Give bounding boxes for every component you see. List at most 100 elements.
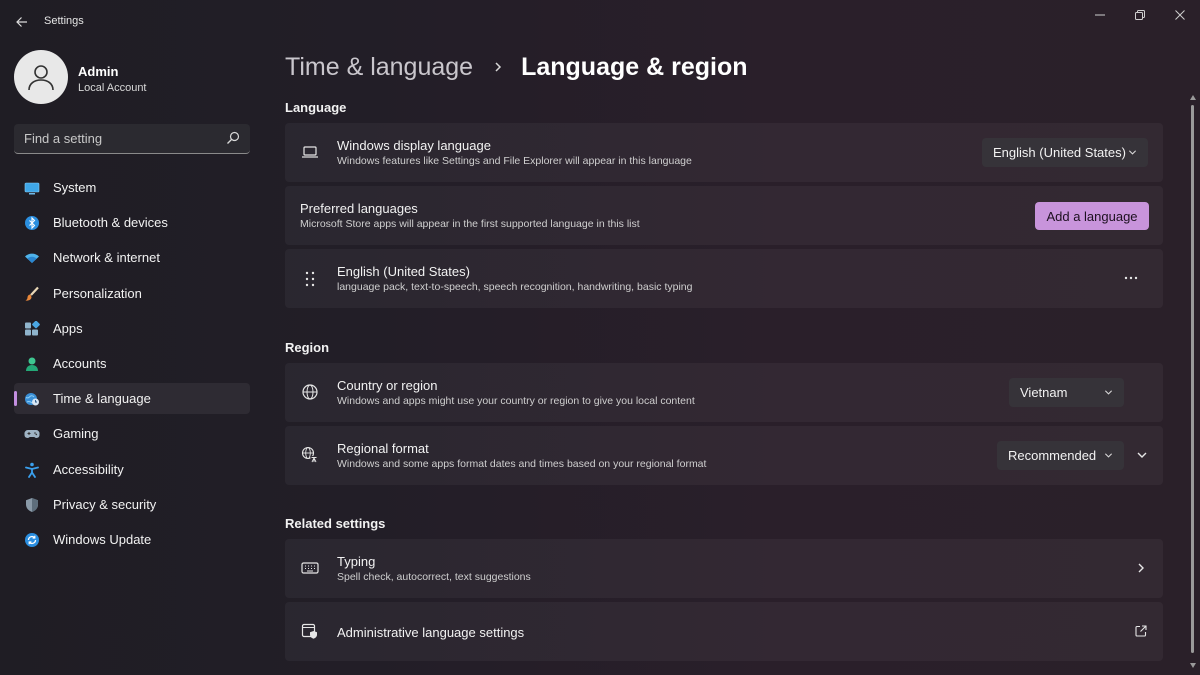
country-dropdown[interactable]: Vietnam [1009, 378, 1124, 407]
admin-language-settings-title: Administrative language settings [337, 625, 525, 640]
add-language-button[interactable]: Add a language [1035, 202, 1149, 230]
user-icon [28, 65, 54, 91]
profile-name: Admin [78, 64, 119, 79]
more-options-button[interactable] [1119, 271, 1143, 285]
close-button[interactable] [1160, 4, 1200, 26]
sidebar-item-label: Bluetooth & devices [53, 215, 168, 231]
sidebar-item-bluetooth[interactable]: Bluetooth & devices [14, 207, 250, 238]
title-bar: Settings [0, 0, 1200, 44]
globe-clock-icon [25, 393, 39, 406]
chevron-down-icon [1104, 390, 1113, 395]
chevron-down-icon [1104, 453, 1113, 458]
sidebar-item-apps[interactable]: Apps [14, 313, 250, 344]
app-title: Settings [44, 15, 84, 27]
search-icon [227, 131, 240, 144]
display-language-title: Windows display language [337, 138, 491, 153]
sidebar-item-label: Privacy & security [53, 496, 157, 512]
language-list-item[interactable]: English (United States) language pack, t… [285, 249, 1163, 308]
system-icon [24, 182, 40, 195]
sidebar-item-personalization[interactable]: Personalization [14, 278, 250, 309]
page-title: Language & region [521, 52, 748, 81]
user-profile[interactable]: Admin Local Account [14, 50, 254, 106]
sidebar-item-label: Windows Update [53, 531, 152, 547]
wifi-icon [25, 254, 39, 264]
sidebar: Admin Local Account System Bluetooth & d… [0, 44, 262, 675]
breadcrumb-parent[interactable]: Time & language [285, 53, 473, 82]
minimize-button[interactable] [1080, 4, 1120, 26]
typing-description: Spell check, autocorrect, text suggestio… [337, 571, 531, 583]
regional-format-title: Regional format [337, 441, 429, 456]
brush-icon [25, 286, 39, 301]
admin-settings-icon [301, 623, 317, 639]
sidebar-item-label: Apps [53, 320, 83, 336]
sidebar-item-privacy[interactable]: Privacy & security [14, 489, 250, 520]
country-region-card: Country or region Windows and apps might… [285, 363, 1163, 422]
section-title-region: Region [285, 340, 330, 355]
profile-account-type: Local Account [78, 82, 147, 94]
scroll-up-icon[interactable] [1190, 95, 1196, 100]
regional-format-description: Windows and some apps format dates and t… [337, 458, 707, 470]
dropdown-value: English (United States) [993, 145, 1126, 160]
section-title-related: Related settings [285, 516, 386, 531]
display-language-description: Windows features like Settings and File … [337, 155, 692, 167]
restore-icon [1135, 10, 1145, 20]
sidebar-item-gaming[interactable]: Gaming [14, 418, 250, 449]
sidebar-item-label: System [53, 180, 97, 195]
typing-title: Typing [337, 554, 376, 569]
restore-button[interactable] [1120, 4, 1160, 26]
apps-icon [25, 320, 40, 336]
country-region-description: Windows and apps might use your country … [337, 395, 695, 407]
display-language-dropdown[interactable]: English (United States) [982, 138, 1148, 167]
sidebar-item-accounts[interactable]: Accounts [14, 348, 250, 379]
sidebar-item-label: Network & internet [53, 250, 160, 266]
chevron-right-icon [1133, 560, 1149, 576]
close-icon [1175, 10, 1185, 20]
accessibility-icon [25, 462, 39, 478]
accounts-icon [26, 357, 38, 371]
search-box[interactable] [14, 124, 250, 154]
language-features: language pack, text-to-speech, speech re… [337, 281, 693, 293]
sidebar-item-label: Accessibility [53, 461, 124, 477]
preferred-languages-title: Preferred languages [300, 201, 418, 216]
sidebar-item-time-language[interactable]: Time & language [14, 383, 250, 415]
chevron-down-icon [1137, 452, 1147, 458]
typing-card[interactable]: Typing Spell check, autocorrect, text su… [285, 539, 1163, 598]
back-arrow-icon [16, 17, 27, 27]
minimize-icon [1095, 14, 1105, 16]
sidebar-item-label: Gaming [53, 426, 99, 442]
chevron-right-icon [487, 56, 509, 78]
scroll-down-icon[interactable] [1190, 663, 1196, 668]
sidebar-item-accessibility[interactable]: Accessibility [14, 454, 250, 485]
regional-format-icon [301, 446, 318, 463]
globe-icon [302, 384, 318, 400]
regional-format-dropdown[interactable]: Recommended [997, 441, 1124, 470]
dropdown-value: Recommended [1008, 448, 1097, 463]
scroll-thumb[interactable] [1191, 105, 1194, 653]
language-name: English (United States) [337, 264, 470, 279]
sidebar-item-network[interactable]: Network & internet [14, 242, 250, 273]
gamepad-icon [24, 430, 40, 439]
avatar [14, 50, 68, 104]
sidebar-item-system[interactable]: System [14, 172, 250, 203]
regional-format-card[interactable]: Regional format Windows and some apps fo… [285, 426, 1163, 485]
bluetooth-icon [25, 216, 39, 231]
sidebar-nav: System Bluetooth & devices Network & int… [14, 172, 250, 559]
external-link-icon [1133, 623, 1149, 639]
more-icon [1124, 276, 1138, 280]
drag-handle-icon[interactable] [301, 270, 319, 288]
search-input[interactable] [14, 124, 214, 152]
back-button[interactable] [12, 12, 32, 32]
preferred-languages-card: Preferred languages Microsoft Store apps… [285, 186, 1163, 245]
expand-button[interactable] [1133, 446, 1151, 464]
sidebar-item-label: Time & language [53, 391, 151, 407]
sidebar-item-label: Accounts [53, 355, 107, 371]
admin-language-settings-card[interactable]: Administrative language settings [285, 602, 1163, 661]
update-icon [25, 532, 39, 547]
display-language-card: Windows display language Windows feature… [285, 123, 1163, 182]
chevron-down-icon [1128, 150, 1137, 155]
sidebar-item-windows-update[interactable]: Windows Update [14, 524, 250, 555]
main-content: Time & language Language & region Langua… [285, 44, 1165, 675]
breadcrumb: Time & language Language & region [285, 50, 747, 84]
shield-icon [26, 497, 38, 512]
scrollbar[interactable] [1189, 95, 1197, 675]
